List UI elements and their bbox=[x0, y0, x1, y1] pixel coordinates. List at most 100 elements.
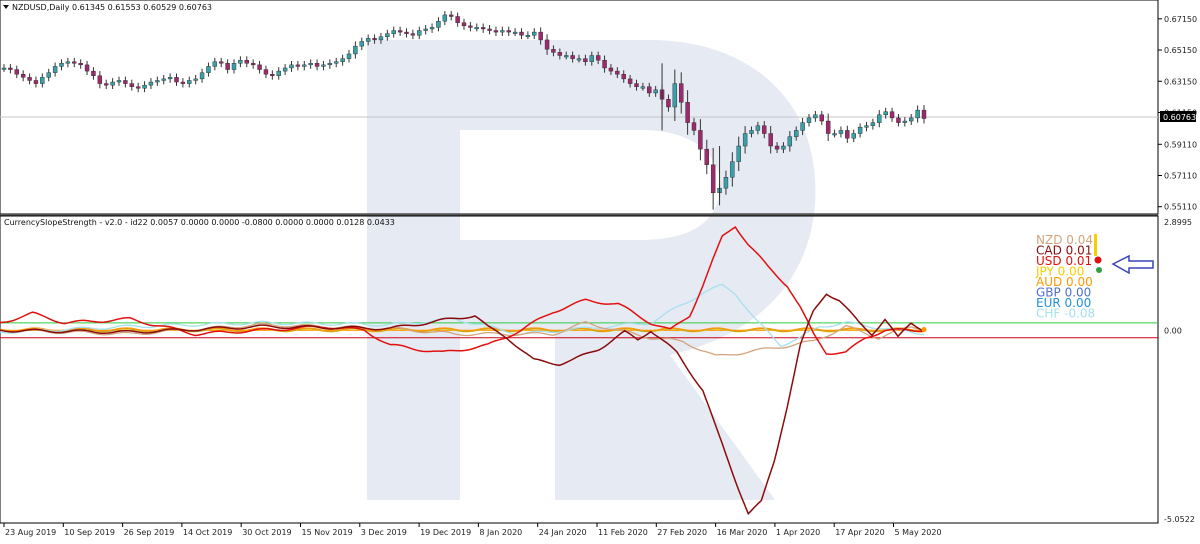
candle bbox=[346, 50, 352, 63]
candle bbox=[116, 76, 122, 86]
candle bbox=[500, 26, 505, 36]
indicator-tick-label: 0.00 bbox=[1164, 326, 1182, 335]
candle bbox=[525, 31, 531, 40]
candle bbox=[519, 28, 524, 40]
chart-window[interactable]: NZDUSD,Daily 0.61345 0.61553 0.60529 0.6… bbox=[0, 0, 1200, 540]
candle bbox=[825, 113, 831, 142]
candle bbox=[436, 17, 441, 32]
candle bbox=[417, 26, 422, 40]
candle bbox=[455, 12, 460, 27]
candle bbox=[889, 107, 895, 122]
time-tick-label: 19 Dec 2019 bbox=[420, 528, 471, 537]
candle bbox=[20, 70, 26, 82]
candle bbox=[8, 64, 13, 74]
candle bbox=[449, 11, 454, 21]
candle bbox=[78, 59, 83, 69]
time-tick-label: 27 Feb 2020 bbox=[657, 528, 707, 537]
annotation-arrow-icon bbox=[1111, 254, 1154, 275]
time-axis[interactable]: 23 Aug 2019 10 Sep 2019 26 Sep 2019 14 Oct … bbox=[3, 523, 942, 537]
symbol-header: NZDUSD,Daily 0.61345 0.61553 0.60529 0.6… bbox=[12, 3, 212, 12]
candle bbox=[334, 57, 339, 68]
nzd-strength-bar bbox=[1094, 234, 1097, 256]
candle bbox=[110, 78, 115, 90]
candle bbox=[353, 41, 358, 59]
aud-dot-icon bbox=[1096, 267, 1102, 273]
candle bbox=[187, 76, 192, 88]
candle bbox=[921, 105, 927, 124]
indicator-tick-label: 2.8995 bbox=[1164, 218, 1192, 227]
candle bbox=[851, 129, 856, 143]
time-tick-label: 17 Apr 2020 bbox=[835, 528, 884, 537]
candle bbox=[410, 29, 416, 40]
candle bbox=[845, 125, 850, 143]
time-tick-label: 1 Apr 2020 bbox=[776, 528, 820, 537]
candle bbox=[857, 123, 863, 138]
series-end-marker bbox=[921, 327, 927, 333]
candle bbox=[461, 18, 467, 30]
candle bbox=[327, 59, 333, 69]
candle bbox=[877, 110, 882, 128]
time-tick-label: 8 Jan 2020 bbox=[479, 528, 522, 537]
price-tick-label: 0.57110 bbox=[1164, 172, 1197, 181]
candle bbox=[193, 75, 198, 85]
candle bbox=[896, 114, 901, 127]
symbol-dropdown-icon[interactable] bbox=[3, 5, 9, 9]
usd-dot-icon bbox=[1094, 256, 1102, 264]
candle bbox=[385, 29, 390, 41]
time-tick-label: 11 Feb 2020 bbox=[598, 528, 648, 537]
time-tick-label: 24 Jan 2020 bbox=[539, 528, 587, 537]
candle bbox=[142, 81, 147, 93]
candle bbox=[91, 67, 96, 80]
candle bbox=[295, 60, 301, 71]
candle bbox=[155, 76, 160, 86]
candle bbox=[289, 60, 294, 72]
candle bbox=[391, 26, 396, 38]
candle bbox=[257, 60, 262, 74]
candle bbox=[302, 60, 307, 71]
price-tick-label: 0.55110 bbox=[1164, 203, 1197, 212]
candle bbox=[123, 76, 128, 88]
time-tick-label: 14 Oct 2019 bbox=[183, 528, 232, 537]
candle bbox=[129, 79, 134, 91]
candle bbox=[244, 56, 249, 68]
candle bbox=[813, 110, 818, 122]
candle bbox=[404, 28, 409, 38]
indicator-header: CurrencySlopeStrength - v2.0 - id22 0.00… bbox=[4, 218, 395, 227]
candle bbox=[429, 23, 435, 33]
candle bbox=[161, 75, 166, 85]
candle bbox=[915, 105, 920, 123]
candle bbox=[104, 79, 109, 90]
candle bbox=[65, 57, 71, 68]
candle bbox=[59, 59, 64, 71]
candle bbox=[487, 25, 492, 35]
candle bbox=[493, 26, 499, 36]
candle bbox=[838, 126, 844, 138]
candle bbox=[909, 114, 914, 125]
candle bbox=[359, 37, 364, 51]
candle bbox=[46, 68, 51, 82]
candle bbox=[474, 23, 479, 32]
current-price-label: 0.60763 bbox=[1163, 113, 1196, 122]
candle bbox=[308, 59, 313, 69]
candle bbox=[506, 26, 511, 36]
candle bbox=[270, 70, 275, 80]
candle bbox=[512, 28, 518, 36]
candle bbox=[423, 25, 428, 35]
candle bbox=[340, 54, 345, 66]
time-tick-label: 16 Mar 2020 bbox=[717, 528, 768, 537]
candle bbox=[33, 76, 39, 88]
candle bbox=[231, 59, 237, 74]
candle bbox=[238, 56, 243, 68]
legend-entry-chf: CHF -0.08 bbox=[1036, 307, 1095, 321]
candle bbox=[97, 71, 103, 89]
candle bbox=[174, 73, 179, 86]
candle bbox=[263, 65, 269, 79]
candle bbox=[902, 117, 908, 127]
candle bbox=[72, 57, 77, 68]
indicator-axis[interactable]: 2.8995 0.00 -5.0522 bbox=[1164, 218, 1195, 524]
candle bbox=[282, 64, 288, 76]
candle bbox=[480, 23, 486, 33]
candle bbox=[864, 121, 869, 132]
candle bbox=[314, 59, 320, 71]
broker-logo-watermark bbox=[367, 40, 816, 500]
